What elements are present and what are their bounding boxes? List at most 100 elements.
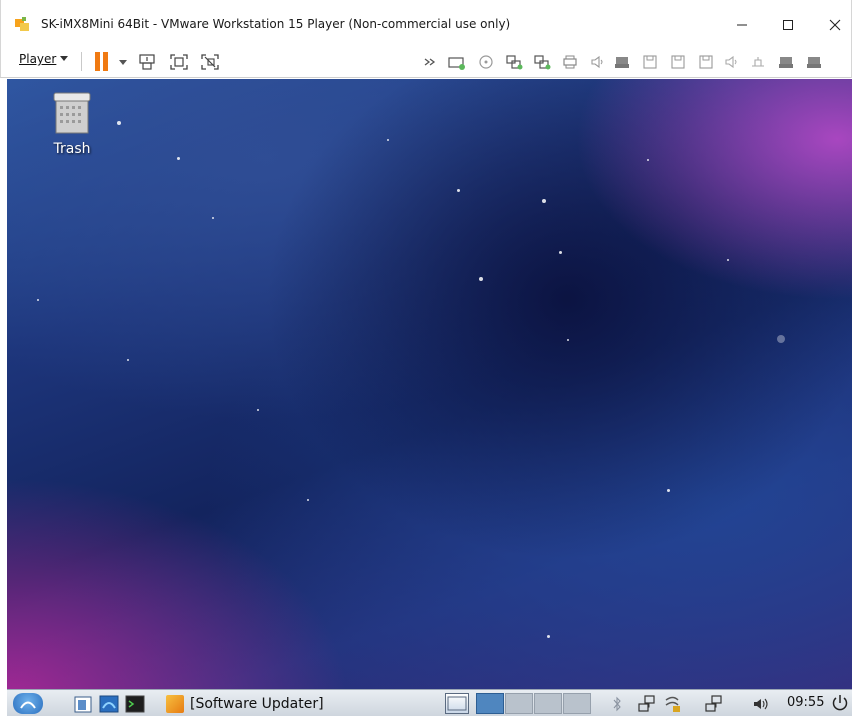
software-updater-icon (166, 694, 184, 713)
network-tray-2[interactable] (704, 694, 724, 714)
pause-icon (95, 52, 100, 71)
star (257, 409, 259, 411)
star (37, 299, 39, 301)
more-icon (424, 58, 436, 66)
more-devices-button[interactable] (422, 53, 438, 71)
terminal-icon (125, 695, 145, 713)
star (647, 159, 649, 161)
updates-tray[interactable] (663, 694, 683, 714)
star (387, 139, 389, 141)
hard-disk-button[interactable] (448, 54, 466, 70)
file-manager-launcher[interactable] (73, 694, 93, 714)
floppy-2-button[interactable] (669, 54, 687, 70)
volume-icon (754, 698, 768, 710)
star (212, 217, 214, 219)
lxde-menu-icon (20, 701, 36, 709)
guest-desktop[interactable]: Trash (7, 79, 852, 689)
power-icon (832, 695, 848, 711)
taskbar-window-label: [Software Updater] (190, 695, 324, 712)
star (547, 635, 550, 638)
maximize-icon (783, 20, 793, 30)
printer-icon (563, 55, 577, 69)
usb-device-icon (807, 57, 821, 68)
maximize-button[interactable] (770, 11, 806, 39)
minimize-icon (737, 24, 747, 26)
fit-guest-icon (170, 54, 188, 70)
browser-launcher[interactable] (99, 694, 119, 714)
player-toolbar: Player (0, 44, 852, 78)
trash-label: Trash (53, 141, 91, 157)
guest-taskbar: [Software Updater] 09:55 (7, 689, 852, 716)
network-adapter-button[interactable] (505, 54, 523, 70)
minimize-button[interactable] (724, 11, 760, 39)
send-ctrl-alt-del-button[interactable] (138, 53, 158, 71)
star (777, 335, 785, 343)
floppy-icon (699, 55, 713, 69)
logout-button[interactable] (831, 694, 849, 712)
floppy-button[interactable] (641, 54, 659, 70)
vmware-player-icon (15, 17, 29, 31)
printer-button[interactable] (561, 54, 579, 70)
star (307, 499, 309, 501)
sound-card-button[interactable] (589, 54, 607, 70)
close-icon (829, 19, 841, 31)
network-icon (705, 695, 722, 712)
desktop-pager-2[interactable] (505, 693, 533, 714)
full-screen-button[interactable] (169, 53, 189, 71)
desktop-pager-4[interactable] (563, 693, 591, 714)
file-manager-icon (74, 696, 92, 713)
network-adapter-icon (506, 55, 523, 70)
unity-button[interactable] (200, 53, 220, 71)
sound-icon (591, 55, 603, 69)
trash-desktop-icon[interactable]: Trash (46, 91, 98, 157)
send-ctrl-alt-del-icon (139, 54, 155, 70)
trash-icon (53, 92, 91, 134)
power-dropdown-button[interactable] (117, 53, 129, 71)
dropdown-arrow-icon (119, 60, 127, 65)
star (727, 259, 729, 261)
start-menu-button[interactable] (13, 693, 43, 714)
star (559, 251, 562, 254)
window-titlebar: SK-iMX8Mini 64Bit - VMware Workstation 1… (0, 0, 852, 44)
star (542, 199, 546, 203)
star (457, 189, 460, 192)
hard-disk-icon (448, 57, 465, 70)
taskbar-window-software-updater[interactable]: [Software Updater] (164, 693, 439, 714)
terminal-launcher[interactable] (125, 694, 145, 714)
chevron-down-icon (60, 56, 69, 61)
close-button[interactable] (817, 11, 852, 39)
cd-dvd-button[interactable] (477, 54, 495, 70)
usb-device-icon (779, 57, 793, 68)
usb-device-2-button[interactable] (777, 54, 795, 70)
player-menu-label: Player (19, 52, 57, 66)
desktop-pager-1[interactable] (476, 693, 504, 714)
star (177, 157, 180, 160)
browser-icon (99, 695, 119, 713)
network-adapter-2-button[interactable] (533, 54, 551, 70)
desktop-pager-3[interactable] (534, 693, 562, 714)
network-tray[interactable] (637, 694, 657, 714)
window-title: SK-iMX8Mini 64Bit - VMware Workstation 1… (41, 17, 511, 31)
star (479, 277, 483, 281)
star (567, 339, 569, 341)
player-menu-button[interactable]: Player (19, 52, 69, 66)
show-desktop-icon (447, 696, 467, 711)
bluetooth-icon (613, 696, 621, 712)
usb-device-button[interactable] (613, 54, 631, 70)
unity-icon (201, 54, 219, 70)
taskbar-clock[interactable]: 09:55 (787, 695, 824, 710)
show-desktop-button[interactable] (445, 693, 469, 714)
updates-icon (665, 696, 680, 712)
bluetooth-device-button[interactable] (749, 54, 767, 70)
floppy-3-button[interactable] (697, 54, 715, 70)
star (117, 121, 121, 125)
star (127, 359, 129, 361)
bluetooth-tray[interactable] (607, 694, 627, 714)
usb-device-3-button[interactable] (805, 54, 823, 70)
volume-tray[interactable] (751, 694, 771, 714)
pause-button[interactable] (94, 52, 110, 71)
star (667, 489, 670, 492)
network-icon (638, 695, 655, 712)
sound-icon (725, 55, 737, 69)
sound-card-2-button[interactable] (723, 54, 741, 70)
